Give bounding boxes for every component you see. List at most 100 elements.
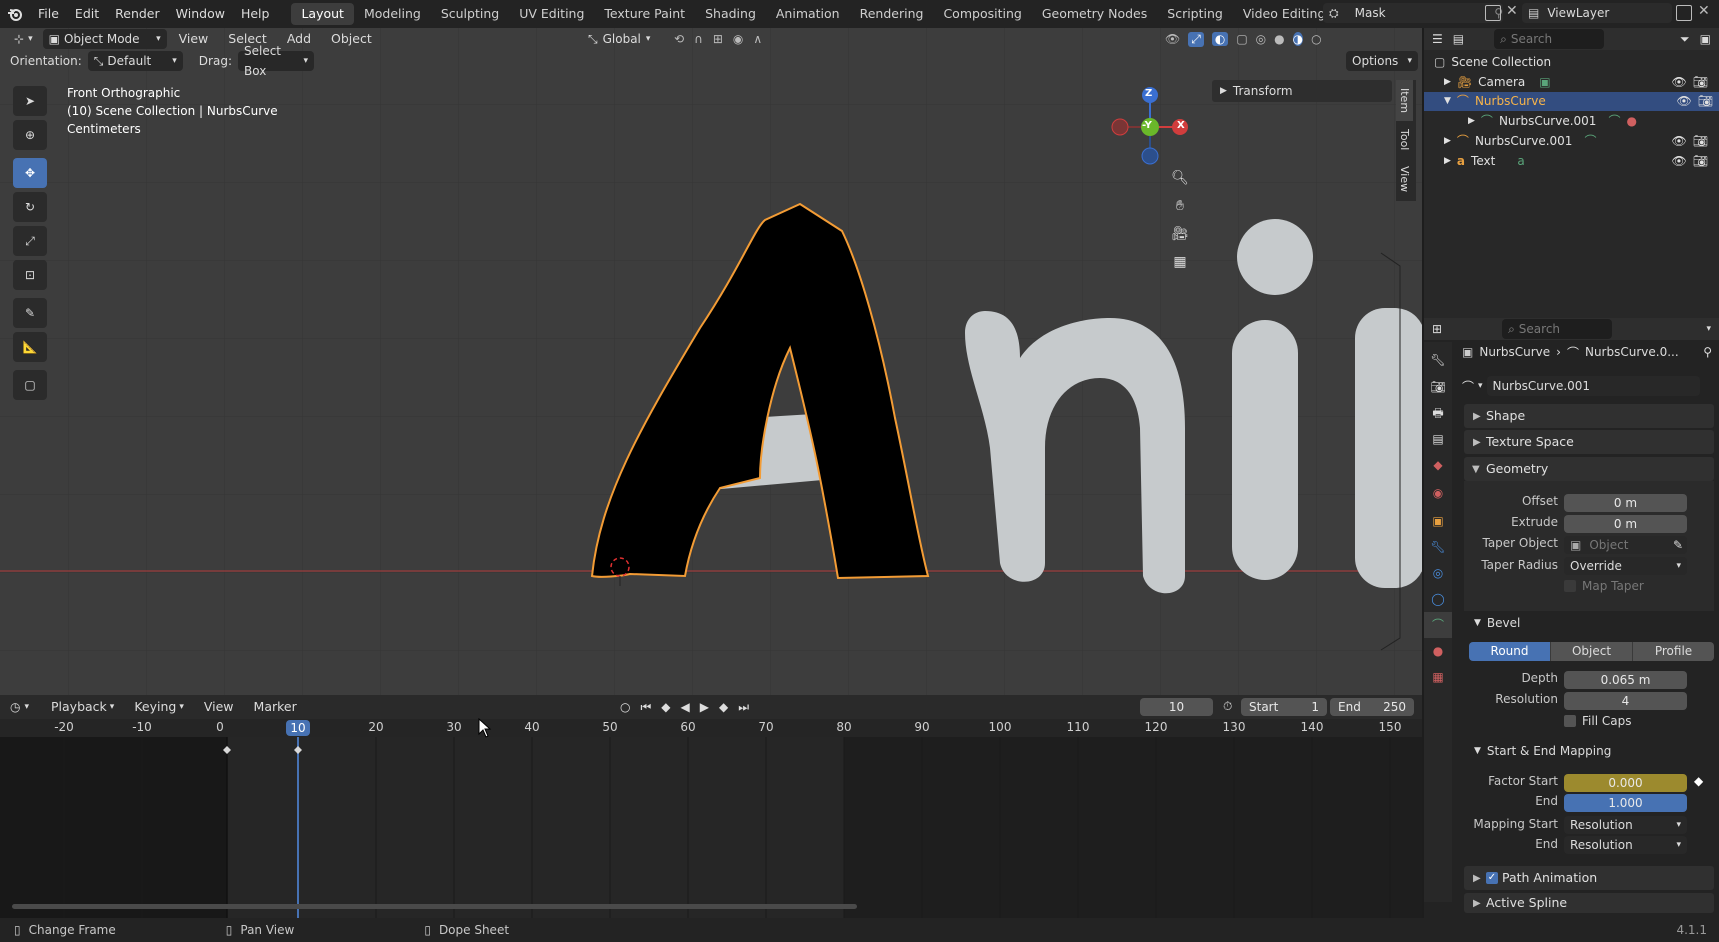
tool-tab-icon[interactable]: 🔧︎ [1424, 346, 1452, 374]
play-icon[interactable]: ▶ [700, 700, 709, 714]
datablock-selector[interactable]: ⌒ ▾ NurbsCurve.001 [1462, 376, 1700, 396]
mapping-start-dropdown[interactable]: Resolution ▾ [1564, 816, 1687, 834]
prev-keyframe-icon[interactable]: ◆ [661, 700, 670, 714]
transform-orientation-dropdown[interactable]: ⤡ Global ▾ [588, 29, 650, 49]
factor-start-field[interactable]: 0.000 [1564, 774, 1687, 792]
xray-icon[interactable]: ▢ [1236, 32, 1247, 46]
object-tab-icon[interactable]: ▣ [1424, 508, 1452, 534]
timeline-menu-playback[interactable]: Playback ▾ [43, 696, 122, 718]
timeline-editor-icon[interactable]: ◷ [10, 700, 20, 714]
timeline-tracks[interactable] [0, 737, 1422, 918]
material-tab-icon[interactable]: ● [1424, 638, 1452, 664]
transform-panel-header[interactable]: ▶ Transform [1212, 80, 1392, 102]
panel-active-spline[interactable]: Active Spline [1464, 893, 1714, 913]
mapping-end-dropdown[interactable]: Resolution ▾ [1564, 836, 1687, 854]
menu-edit[interactable]: Edit [67, 3, 107, 25]
render-camera-icon[interactable]: 📷︎ [1693, 73, 1708, 92]
properties-search[interactable]: ⌕ Search [1502, 319, 1613, 339]
fill-caps-checkbox[interactable]: Fill Caps [1564, 714, 1631, 728]
taper-radius-dropdown[interactable]: Override ▾ [1564, 557, 1687, 575]
outliner-item-nurbscurve[interactable]: ▼ ⌒ NurbsCurve 👁︎ 📷︎ [1424, 92, 1719, 111]
start-frame-field[interactable]: Start 1 [1241, 698, 1327, 716]
tab-animation[interactable]: Animation [766, 3, 850, 25]
bevel-mode-object[interactable]: Object [1550, 642, 1632, 661]
outliner-item-camera[interactable]: ▶ 🎥︎ Camera ▣ 👁︎ 📷︎ [1444, 73, 1714, 92]
editor-type-button[interactable]: ⊹ ▾ [8, 29, 39, 49]
menu-help[interactable]: Help [233, 3, 278, 25]
bevel-mode-round[interactable]: Round [1469, 642, 1550, 661]
tab-geometry-nodes[interactable]: Geometry Nodes [1032, 3, 1157, 25]
transform-tool[interactable]: ⊡ [13, 260, 47, 290]
tab-uv-editing[interactable]: UV Editing [509, 3, 594, 25]
tab-modeling[interactable]: Modeling [354, 3, 431, 25]
tab-tool[interactable]: Tool [1396, 121, 1413, 158]
new-scene-icon[interactable] [1485, 5, 1501, 21]
extrude-field[interactable]: 0 m [1564, 515, 1687, 533]
gizmo-toggle-icon[interactable]: ⤢ [1188, 31, 1204, 47]
outliner-root[interactable]: ▢ Scene Collection [1434, 53, 1551, 72]
bevel-mode-profile[interactable]: Profile [1632, 642, 1714, 661]
snap-target-icon[interactable]: ⊞ [713, 32, 723, 46]
viewport-area[interactable]: ⊹ ▾ ▣ Object Mode ▾ View Select Add Objec… [0, 28, 1422, 695]
chevron-right-icon[interactable]: ▶ [1444, 132, 1451, 151]
camera-view-icon[interactable]: 🎥︎ [1167, 226, 1193, 254]
resolution-field[interactable]: 4 [1564, 692, 1687, 710]
render-tab-icon[interactable]: 📷︎ [1424, 374, 1452, 400]
panel-shape[interactable]: Shape [1464, 404, 1714, 428]
mode-selector[interactable]: ▣ Object Mode ▾ [42, 29, 167, 49]
outliner-search[interactable]: ⌕ Search [1494, 29, 1605, 49]
panel-start-end-mapping[interactable]: ▼ Start & End Mapping [1474, 744, 1611, 758]
chevron-right-icon[interactable]: ▶ [1444, 73, 1451, 92]
solid-shading-icon[interactable]: ● [1274, 32, 1284, 46]
outliner-item-text[interactable]: ▶ a Text a 👁︎ 📷︎ [1444, 152, 1714, 171]
tab-sculpting[interactable]: Sculpting [431, 3, 509, 25]
particles-tab-icon[interactable]: ◎ [1424, 560, 1452, 586]
delete-view-layer-icon[interactable]: ✕ [1698, 3, 1710, 19]
current-frame-indicator[interactable]: 10 [286, 720, 310, 736]
panel-path-animation[interactable]: Path Animation [1464, 866, 1714, 890]
move-tool[interactable]: ✥ [13, 158, 47, 188]
end-frame-field[interactable]: End 250 [1330, 698, 1414, 716]
new-collection-icon[interactable]: ▣ [1700, 32, 1711, 46]
factor-end-field[interactable]: 1.000 [1564, 794, 1687, 812]
viewport-overlays-group[interactable]: 👁 ⤢ ◐ ▢ ◎ ● ◑ ○ [1165, 29, 1322, 49]
view-layer-selector[interactable]: ▤ ViewLayer [1522, 3, 1672, 23]
blender-logo-icon[interactable] [0, 0, 30, 28]
menu-render[interactable]: Render [107, 3, 168, 25]
outliner-item-nurbscurve-001[interactable]: ▶ ⌒ NurbsCurve.001 ⌒ 👁︎ 📷︎ [1444, 132, 1714, 151]
eye-icon[interactable]: 👁︎ [1677, 92, 1692, 111]
taper-object-field[interactable]: ▣ Object ✎ [1564, 536, 1687, 554]
add-cube-tool[interactable]: ▢ [13, 370, 47, 400]
delete-scene-icon[interactable]: ✕ [1506, 3, 1518, 19]
menu-file[interactable]: File [30, 3, 67, 25]
render-camera-icon[interactable]: 📷︎ [1698, 92, 1713, 111]
eye-icon[interactable]: 👁︎ [1672, 152, 1687, 171]
timeline-ruler[interactable]: -20 -10 0 10 20 30 40 50 60 70 80 90 100… [0, 719, 1422, 737]
map-taper-checkbox[interactable]: Map Taper [1564, 579, 1644, 593]
panel-bevel[interactable]: ▼ Bevel [1474, 616, 1520, 630]
overlay-toggle-icon[interactable]: ◐ [1211, 32, 1229, 46]
eyedropper-icon[interactable]: ✎ [1673, 538, 1683, 552]
display-mode-icon[interactable]: ▤ [1453, 32, 1464, 46]
path-animation-checkbox[interactable]: ✓ [1486, 872, 1498, 884]
world-tab-icon[interactable]: ◉ [1424, 478, 1452, 508]
chevron-down-icon[interactable]: ▼ [1444, 92, 1451, 111]
jump-start-icon[interactable]: ⏮ [640, 700, 651, 715]
pivot-snap-group[interactable]: ⟲ ∩ ⊞ ◉ ∧ [674, 29, 762, 49]
timeline-menu-keying[interactable]: Keying ▾ [126, 696, 192, 718]
annotate-tool[interactable]: ✎ [13, 298, 47, 328]
viewport-menu-view[interactable]: View [171, 28, 217, 50]
chevron-right-icon[interactable]: ▶ [1444, 152, 1451, 171]
texture-tab-icon[interactable]: ▦ [1424, 664, 1452, 690]
wireframe-shading-icon[interactable]: ◎ [1256, 32, 1266, 46]
measure-tool[interactable]: 📐 [13, 332, 47, 362]
material-shading-icon[interactable]: ◑ [1292, 32, 1304, 46]
tab-shading[interactable]: Shading [695, 3, 766, 25]
menu-window[interactable]: Window [168, 3, 233, 25]
select-box-tool[interactable]: ➤ [13, 86, 47, 116]
current-frame-field[interactable]: 10 [1140, 698, 1213, 716]
zoom-icon[interactable]: 🔍︎ [1167, 170, 1193, 198]
timer-icon[interactable]: ⏱ [1223, 699, 1232, 714]
panel-geometry[interactable]: Geometry [1464, 457, 1714, 481]
view-layer-tab-icon[interactable]: ▤ [1424, 426, 1452, 452]
